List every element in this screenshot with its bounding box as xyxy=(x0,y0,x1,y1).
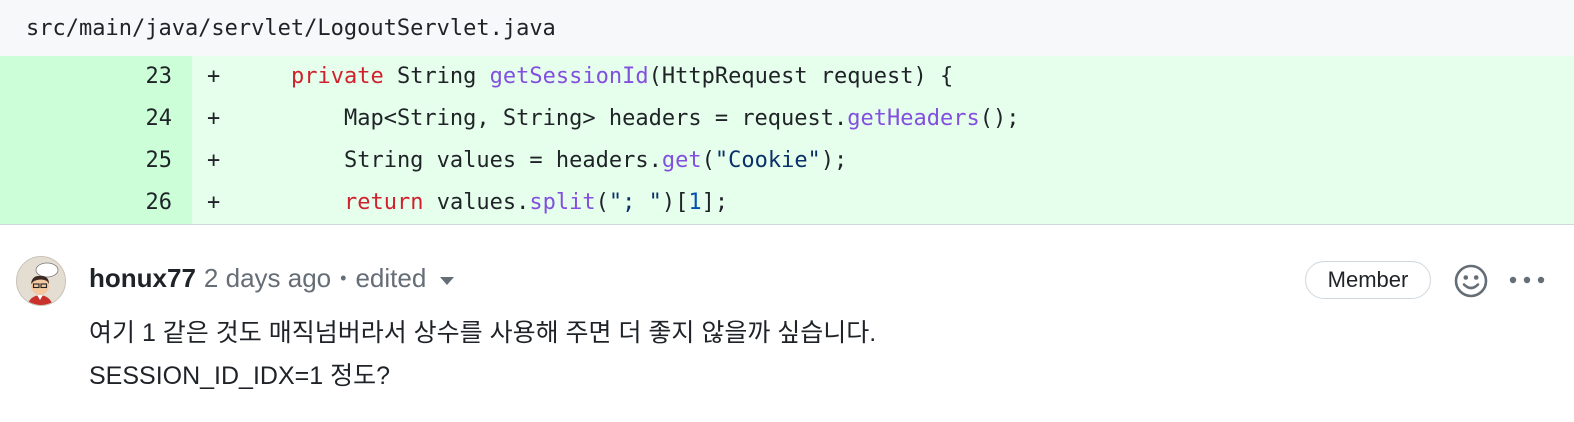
addition-marker: + xyxy=(207,190,221,215)
user-avatar[interactable] xyxy=(16,256,66,306)
line-number: 26 xyxy=(145,190,173,215)
code-token: getSessionId xyxy=(489,64,649,89)
diff-line: 25 + String values = headers.get("Cookie… xyxy=(0,140,1574,182)
edited-label: edited xyxy=(355,263,427,293)
code-token: values. xyxy=(423,190,530,215)
code-token: get xyxy=(661,148,702,173)
code-content: Map<String, String> headers = request.ge… xyxy=(238,98,1020,140)
avatar-illustration xyxy=(17,257,65,305)
addition-marker: + xyxy=(207,106,221,131)
code-token: ]; xyxy=(701,190,729,215)
code-token: (); xyxy=(979,106,1020,131)
code-token: getHeaders xyxy=(847,106,980,131)
diff-line: 26 + return values.split("; ")[1]; xyxy=(0,182,1574,224)
code-token: split xyxy=(529,190,596,215)
diff-hunk: 23 + private String getSessionId(HttpReq… xyxy=(0,56,1574,225)
comment-body-line: SESSION_ID_IDX=1 정도? xyxy=(89,362,390,390)
code-token: (HttpRequest request) { xyxy=(648,64,954,89)
line-number-gutter[interactable]: 25 xyxy=(0,140,192,182)
meta-separator: • xyxy=(340,268,347,288)
member-badge: Member xyxy=(1305,261,1431,299)
smiley-icon[interactable] xyxy=(1453,263,1489,299)
comment-body-line: 여기 1 같은 것도 매직넘버라서 상수를 사용해 주면 더 좋지 않을까 싶습… xyxy=(89,319,877,347)
line-number: 25 xyxy=(145,148,173,173)
addition-marker: + xyxy=(207,148,221,173)
code-content: private String getSessionId(HttpRequest … xyxy=(238,56,953,98)
line-number-gutter[interactable]: 26 xyxy=(0,182,192,224)
diff-line: 24 + Map<String, String> headers = reque… xyxy=(0,98,1574,140)
comment-timestamp[interactable]: 2 days ago xyxy=(204,262,331,294)
line-number: 24 xyxy=(145,106,173,131)
line-number: 23 xyxy=(145,64,173,89)
file-path[interactable]: src/main/java/servlet/LogoutServlet.java xyxy=(26,16,556,41)
edited-dropdown[interactable]: edited xyxy=(355,262,426,294)
line-number-gutter[interactable]: 24 xyxy=(0,98,192,140)
code-token: return xyxy=(343,190,424,215)
code-token: "; " xyxy=(608,190,662,215)
code-token: ( xyxy=(595,190,609,215)
file-path-header: src/main/java/servlet/LogoutServlet.java xyxy=(0,0,1574,56)
code-token: String values = headers. xyxy=(238,148,662,173)
code-token: String xyxy=(383,64,490,89)
code-content: String values = headers.get("Cookie"); xyxy=(238,140,847,182)
addition-marker: + xyxy=(207,64,221,89)
code-token: 1 xyxy=(688,190,702,215)
code-token: private xyxy=(290,64,384,89)
code-token: ); xyxy=(820,148,848,173)
comment-author[interactable]: honux77 xyxy=(89,262,196,294)
code-token: ( xyxy=(701,148,715,173)
kebab-horizontal-icon[interactable] xyxy=(1508,265,1546,295)
code-content: return values.split("; ")[1]; xyxy=(238,182,728,224)
triangle-down-icon[interactable] xyxy=(440,277,455,285)
code-token: "Cookie" xyxy=(714,148,821,173)
code-token: Map<String, String> headers = request. xyxy=(238,106,848,131)
line-number-gutter[interactable]: 23 xyxy=(0,56,192,98)
comment-header: honux77 2 days ago • edited xyxy=(89,262,455,294)
diff-line: 23 + private String getSessionId(HttpReq… xyxy=(0,56,1574,98)
code-token: )[ xyxy=(661,190,689,215)
